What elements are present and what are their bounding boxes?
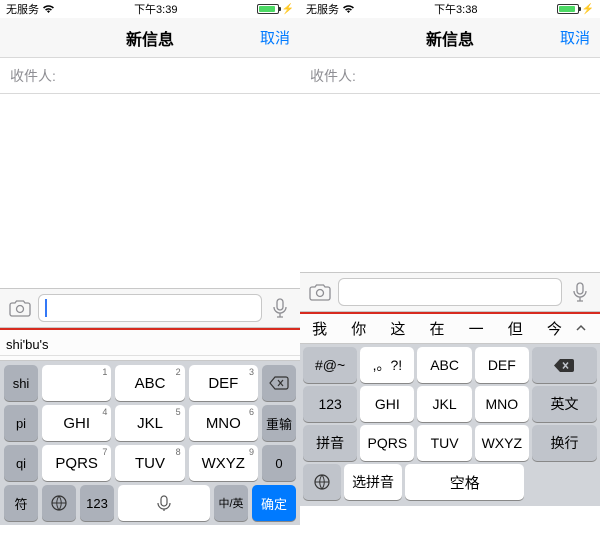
camera-icon[interactable] xyxy=(8,296,32,320)
key-def[interactable]: DEF xyxy=(475,347,529,383)
keyboard: shi 1 2ABC 3DEF pi 4GHI 5JKL 6MNO 重输 qi … xyxy=(0,361,300,525)
key-8[interactable]: 8TUV xyxy=(115,445,184,481)
syllable-key[interactable]: qi xyxy=(4,445,38,481)
confirm-key[interactable]: 确定 xyxy=(252,485,296,521)
syllable-key[interactable]: pi xyxy=(4,405,38,441)
english-key[interactable]: 英文 xyxy=(532,386,597,422)
recipient-field[interactable]: 收件人: xyxy=(0,58,300,94)
key-9[interactable]: 9WXYZ xyxy=(189,445,258,481)
message-body xyxy=(300,94,600,272)
candidate-bar: shi'bu's 是不是 時不時 是不起 傳 xyxy=(0,330,300,361)
mic-icon[interactable] xyxy=(268,296,292,320)
candidate-item[interactable]: 一 xyxy=(457,314,496,343)
key-1[interactable]: 1 xyxy=(42,365,111,401)
battery-icon xyxy=(257,4,279,14)
keyboard: #@~ ,。?! ABC DEF 123 GHI JKL MNO 英文 拼音 P… xyxy=(300,344,600,506)
reinput-key[interactable]: 重输 xyxy=(262,405,296,441)
status-bar: 无服务 下午3:39 ⚡ xyxy=(0,0,300,18)
status-bar: 无服务 下午3:38 ⚡ xyxy=(300,0,600,18)
phone-left: 无服务 下午3:39 ⚡ 新信息 取消 收件人: xyxy=(0,0,300,533)
syllable-key[interactable]: shi xyxy=(4,365,38,401)
key-3[interactable]: 3DEF xyxy=(189,365,258,401)
carrier-label: 无服务 xyxy=(306,1,339,17)
candidate-item[interactable]: 今 xyxy=(535,314,574,343)
text-cursor xyxy=(45,299,47,317)
candidate-item[interactable]: 你 xyxy=(339,314,378,343)
candidate-item[interactable]: 在 xyxy=(417,314,456,343)
nav-bar: 新信息 取消 xyxy=(300,18,600,58)
message-body xyxy=(0,94,300,288)
wifi-icon xyxy=(42,4,55,14)
camera-icon[interactable] xyxy=(308,280,332,304)
carrier-label: 无服务 xyxy=(6,1,39,17)
pinyin-key[interactable]: 拼音 xyxy=(303,425,357,461)
numbers-key[interactable]: 123 xyxy=(303,386,357,422)
backspace-key[interactable] xyxy=(262,365,296,401)
mic-icon[interactable] xyxy=(568,280,592,304)
compose-bar xyxy=(300,272,600,312)
message-input[interactable] xyxy=(338,278,562,306)
charging-icon: ⚡ xyxy=(282,4,294,15)
key-jkl[interactable]: JKL xyxy=(417,386,471,422)
key-abc[interactable]: ABC xyxy=(417,347,471,383)
cancel-button[interactable]: 取消 xyxy=(260,27,290,48)
key-ghi[interactable]: GHI xyxy=(360,386,414,422)
key-5[interactable]: 5JKL xyxy=(115,405,184,441)
pinyin-composition: shi'bu's xyxy=(0,334,300,356)
recipient-label: 收件人: xyxy=(310,66,356,86)
select-pinyin-key[interactable]: 选拼音 xyxy=(344,464,402,500)
space-key[interactable]: 空格 xyxy=(405,464,524,500)
battery-icon xyxy=(557,4,579,14)
expand-candidates-icon[interactable] xyxy=(574,322,600,336)
key-7[interactable]: 7PQRS xyxy=(42,445,111,481)
key-2[interactable]: 2ABC xyxy=(115,365,184,401)
key-tuv[interactable]: TUV xyxy=(417,425,471,461)
clock-label: 下午3:38 xyxy=(434,1,477,17)
recipient-field[interactable]: 收件人: xyxy=(300,58,600,94)
clock-label: 下午3:39 xyxy=(134,1,177,17)
compose-bar xyxy=(0,288,300,328)
key-4[interactable]: 4GHI xyxy=(42,405,111,441)
newline-key[interactable]: 换行 xyxy=(532,425,597,461)
wifi-icon xyxy=(342,4,355,14)
cancel-button[interactable]: 取消 xyxy=(560,27,590,48)
phone-right: 无服务 下午3:38 ⚡ 新信息 取消 收件人: xyxy=(300,0,600,533)
candidate-item[interactable]: 这 xyxy=(378,314,417,343)
numbers-key[interactable]: 123 xyxy=(80,485,114,521)
page-title: 新信息 xyxy=(426,26,474,50)
page-title: 新信息 xyxy=(126,26,174,50)
symbols-key[interactable]: #@~ xyxy=(303,347,357,383)
key-mno[interactable]: MNO xyxy=(475,386,529,422)
candidate-bar: 我 你 这 在 一 但 今 xyxy=(300,314,600,344)
globe-key[interactable] xyxy=(303,464,341,500)
candidate-item[interactable]: 但 xyxy=(496,314,535,343)
key-0[interactable]: 0 xyxy=(262,445,296,481)
recipient-label: 收件人: xyxy=(10,66,56,86)
message-input[interactable] xyxy=(38,294,262,322)
punct-key[interactable]: ,。?! xyxy=(360,347,414,383)
backspace-key[interactable] xyxy=(532,347,597,383)
nav-bar: 新信息 取消 xyxy=(0,18,300,58)
symbols-key[interactable]: 符 xyxy=(4,485,38,521)
space-key[interactable] xyxy=(118,485,210,521)
key-pqrs[interactable]: PQRS xyxy=(360,425,414,461)
key-6[interactable]: 6MNO xyxy=(189,405,258,441)
globe-key[interactable] xyxy=(42,485,76,521)
charging-icon: ⚡ xyxy=(582,4,594,15)
key-wxyz[interactable]: WXYZ xyxy=(475,425,529,461)
lang-toggle-key[interactable]: 中/英 xyxy=(214,485,248,521)
candidate-item[interactable]: 我 xyxy=(300,314,339,343)
